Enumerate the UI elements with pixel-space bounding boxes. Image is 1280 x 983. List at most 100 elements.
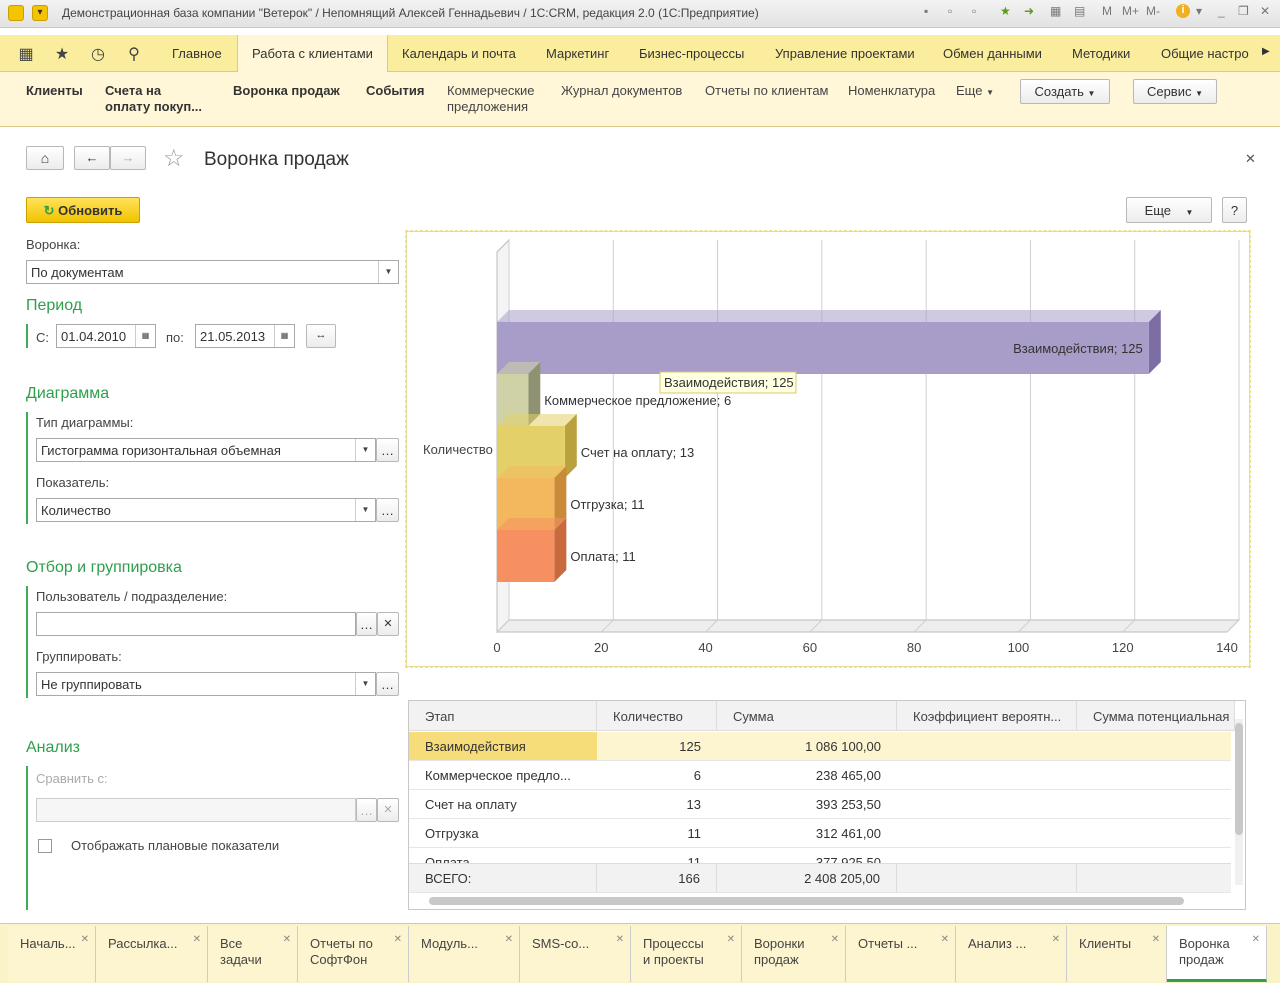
favorite-star-icon[interactable]: ☆ (163, 144, 185, 173)
back-button[interactable]: ← (74, 146, 110, 170)
window-tab[interactable]: Клиенты ✕ (1067, 926, 1167, 982)
submenu-events[interactable]: События (366, 83, 424, 99)
window-tab[interactable]: Отчеты ... ✕ (846, 926, 956, 982)
menu-clients-work[interactable]: Работа с клиентами (237, 35, 388, 73)
calendar-icon[interactable]: ▦ (135, 325, 155, 347)
window-tab[interactable]: Отчеты по СофтФон ✕ (298, 926, 409, 982)
calendar-icon[interactable]: ▦ (274, 325, 294, 347)
from-date-input[interactable]: 01.04.2010 ▦ (56, 324, 156, 348)
close-tab-icon[interactable]: ✕ (1152, 932, 1160, 948)
close-tab-icon[interactable]: ✕ (193, 932, 201, 948)
window-tab[interactable]: Началь... ✕ (8, 926, 96, 982)
close-tab-icon[interactable]: ✕ (831, 932, 839, 948)
preview-icon[interactable]: ▫ (972, 4, 976, 18)
1c-logo-icon[interactable] (8, 5, 24, 21)
close-tab-icon[interactable]: ✕ (81, 932, 89, 948)
table-row[interactable]: Оплата 11 377 925,50 (409, 848, 1231, 863)
apps-grid-icon[interactable]: ▦ (16, 44, 36, 64)
search-icon[interactable]: ⚲ (124, 44, 144, 64)
close-tab-icon[interactable]: ✕ (394, 932, 402, 948)
close-tab-icon[interactable]: ✕ (616, 932, 624, 948)
memory-m-button[interactable]: M (1102, 4, 1112, 18)
close-tab-icon[interactable]: ✕ (727, 932, 735, 948)
menu-project-management[interactable]: Управление проектами (775, 46, 915, 61)
table-row[interactable]: Счет на оплату 13 393 253,50 (409, 790, 1231, 819)
table-row[interactable]: Отгрузка 11 312 461,00 (409, 819, 1231, 848)
submenu-invoices[interactable]: Счета на оплату покуп... (105, 83, 202, 115)
table-header-sum[interactable]: Сумма (717, 701, 897, 731)
service-button[interactable]: Сервис ▼ (1133, 79, 1217, 104)
table-header-potential-sum[interactable]: Сумма потенциальная (1077, 701, 1235, 731)
chart-type-select[interactable]: Гистограмма горизонтальная объемная ▼ (36, 438, 376, 462)
close-tab-icon[interactable]: ✕ (505, 932, 513, 948)
close-tab-icon[interactable]: ✕ (283, 932, 291, 948)
group-open-button[interactable]: … (376, 672, 399, 696)
chart-type-open-button[interactable]: … (376, 438, 399, 462)
memory-m-minus-button[interactable]: M- (1146, 4, 1160, 18)
home-button[interactable]: ⌂ (26, 146, 64, 170)
calculator-icon[interactable]: ▦ (1050, 4, 1061, 18)
compare-clear-icon[interactable]: ✕ (377, 798, 399, 822)
funnel-select[interactable]: По документам ▼ (26, 260, 399, 284)
compare-select-button[interactable]: … (356, 798, 377, 822)
indicator-open-button[interactable]: … (376, 498, 399, 522)
chevron-down-icon[interactable]: ▼ (378, 261, 398, 283)
close-tab-icon[interactable]: ✕ (1252, 932, 1260, 948)
window-tab[interactable]: Модуль... ✕ (409, 926, 520, 982)
chevron-down-icon[interactable]: ▼ (355, 673, 375, 695)
link-icon[interactable]: ➜ (1024, 4, 1034, 18)
close-form-icon[interactable]: ✕ (1245, 151, 1256, 167)
menu-scroll-right-icon[interactable]: ▶ (1262, 46, 1270, 57)
favorites-star-icon[interactable]: ★ (52, 44, 72, 64)
close-tab-icon[interactable]: ✕ (941, 932, 949, 948)
memory-m-plus-button[interactable]: M+ (1122, 4, 1139, 18)
menu-marketing[interactable]: Маркетинг (546, 46, 609, 61)
more-actions-button[interactable]: Еще ▼ (1126, 197, 1212, 223)
submenu-documents-journal[interactable]: Журнал документов (561, 83, 682, 99)
menu-methods[interactable]: Методики (1072, 46, 1130, 61)
group-select[interactable]: Не группировать ▼ (36, 672, 376, 696)
menu-main[interactable]: Главное (172, 46, 222, 61)
table-header-count[interactable]: Количество (597, 701, 717, 731)
info-icon[interactable]: i (1176, 4, 1190, 18)
print-icon[interactable]: ▫ (948, 4, 952, 18)
to-date-input[interactable]: 21.05.2013 ▦ (195, 324, 295, 348)
history-icon[interactable]: ◷ (88, 44, 108, 64)
refresh-button[interactable]: ↻ Обновить (26, 197, 140, 223)
create-button[interactable]: Создать ▼ (1020, 79, 1110, 104)
minimize-button[interactable]: _ (1218, 4, 1225, 18)
table-header-probability[interactable]: Коэффициент вероятн... (897, 701, 1077, 731)
menu-business-processes[interactable]: Бизнес-процессы (639, 46, 744, 61)
window-tab[interactable]: Воронка продаж ✕ (1167, 926, 1267, 982)
submenu-nomenclature[interactable]: Номенклатура (848, 83, 935, 99)
table-header-stage[interactable]: Этап (409, 701, 597, 731)
save-icon[interactable]: ▪ (924, 4, 928, 18)
window-tab[interactable]: Рассылка... ✕ (96, 926, 208, 982)
submenu-clients[interactable]: Клиенты (26, 83, 83, 99)
indicator-select[interactable]: Количество ▼ (36, 498, 376, 522)
horizontal-scrollbar-thumb[interactable] (429, 897, 1184, 905)
favorites-icon[interactable]: ★ (1000, 4, 1011, 18)
menu-calendar-mail[interactable]: Календарь и почта (402, 46, 516, 61)
submenu-client-reports[interactable]: Отчеты по клиентам (705, 83, 829, 99)
user-clear-icon[interactable]: ✕ (377, 612, 399, 636)
restore-button[interactable]: ❐ (1238, 4, 1249, 18)
close-window-button[interactable]: ✕ (1260, 4, 1270, 18)
plan-checkbox[interactable] (38, 839, 52, 853)
chevron-down-icon[interactable]: ▼ (355, 439, 375, 461)
vertical-scrollbar-thumb[interactable] (1235, 723, 1243, 835)
window-tab[interactable]: Воронки продаж ✕ (742, 926, 846, 982)
menu-data-exchange[interactable]: Обмен данными (943, 46, 1042, 61)
submenu-sales-funnel[interactable]: Воронка продаж (233, 83, 340, 99)
period-select-button[interactable]: ↔ (306, 324, 336, 348)
window-tab[interactable]: Все задачи ✕ (208, 926, 298, 982)
window-tab[interactable]: Процессы и проекты ✕ (631, 926, 742, 982)
vertical-scrollbar[interactable] (1235, 719, 1243, 885)
user-input[interactable] (36, 612, 356, 636)
window-tab[interactable]: Анализ ... ✕ (956, 926, 1067, 982)
user-select-button[interactable]: … (356, 612, 377, 636)
main-menu-icon[interactable]: ▾ (32, 5, 48, 21)
window-tab[interactable]: SMS-со... ✕ (520, 926, 631, 982)
table-row[interactable]: Взаимодействия 125 1 086 100,00 (409, 732, 1231, 761)
forward-button[interactable]: → (110, 146, 146, 170)
